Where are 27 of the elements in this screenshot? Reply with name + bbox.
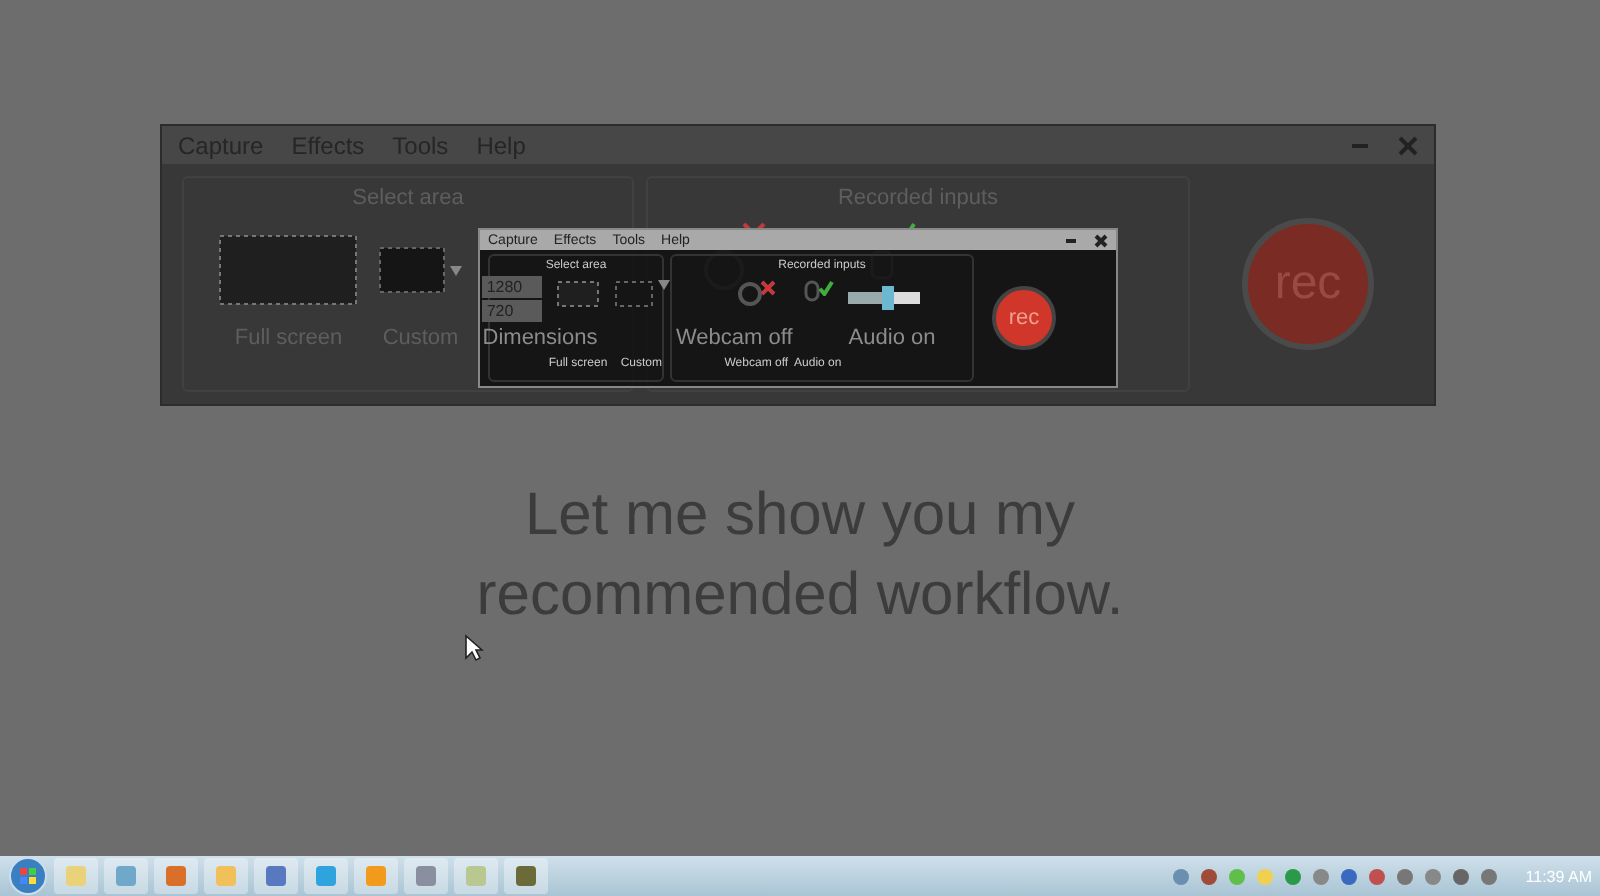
full-screen-icon bbox=[556, 280, 600, 308]
width-field[interactable]: 1280 bbox=[482, 276, 543, 298]
slider-thumb[interactable] bbox=[881, 286, 894, 310]
height-field[interactable]: 720 bbox=[482, 300, 543, 322]
dimensions-label: Dimensions bbox=[482, 326, 598, 350]
caret-icon bbox=[450, 265, 463, 275]
webcam-label: Webcam off bbox=[676, 326, 793, 350]
webcam-icon bbox=[736, 280, 765, 308]
taskbar-button[interactable] bbox=[154, 858, 198, 894]
clock-text: 11:39 AM bbox=[1525, 867, 1592, 885]
record-button[interactable]: rec bbox=[992, 286, 1056, 350]
taskbar-button[interactable] bbox=[104, 858, 148, 894]
taskbar-button[interactable] bbox=[504, 858, 548, 894]
custom-area-icon bbox=[378, 246, 447, 294]
minimize-icon bbox=[1064, 233, 1078, 247]
custom-area-icon bbox=[613, 280, 654, 308]
audio-label: Audio on bbox=[848, 326, 936, 350]
close-icon bbox=[1094, 233, 1108, 247]
start-orb-icon bbox=[8, 856, 48, 896]
taskbar-button[interactable] bbox=[304, 858, 348, 894]
caret-icon bbox=[657, 280, 670, 290]
taskbar-button[interactable] bbox=[404, 858, 448, 894]
full-screen-icon bbox=[218, 234, 359, 306]
close-icon bbox=[1398, 135, 1418, 155]
volume-slider[interactable] bbox=[847, 292, 920, 304]
mouse-cursor-icon bbox=[464, 634, 484, 662]
taskbar-button[interactable] bbox=[254, 858, 298, 894]
